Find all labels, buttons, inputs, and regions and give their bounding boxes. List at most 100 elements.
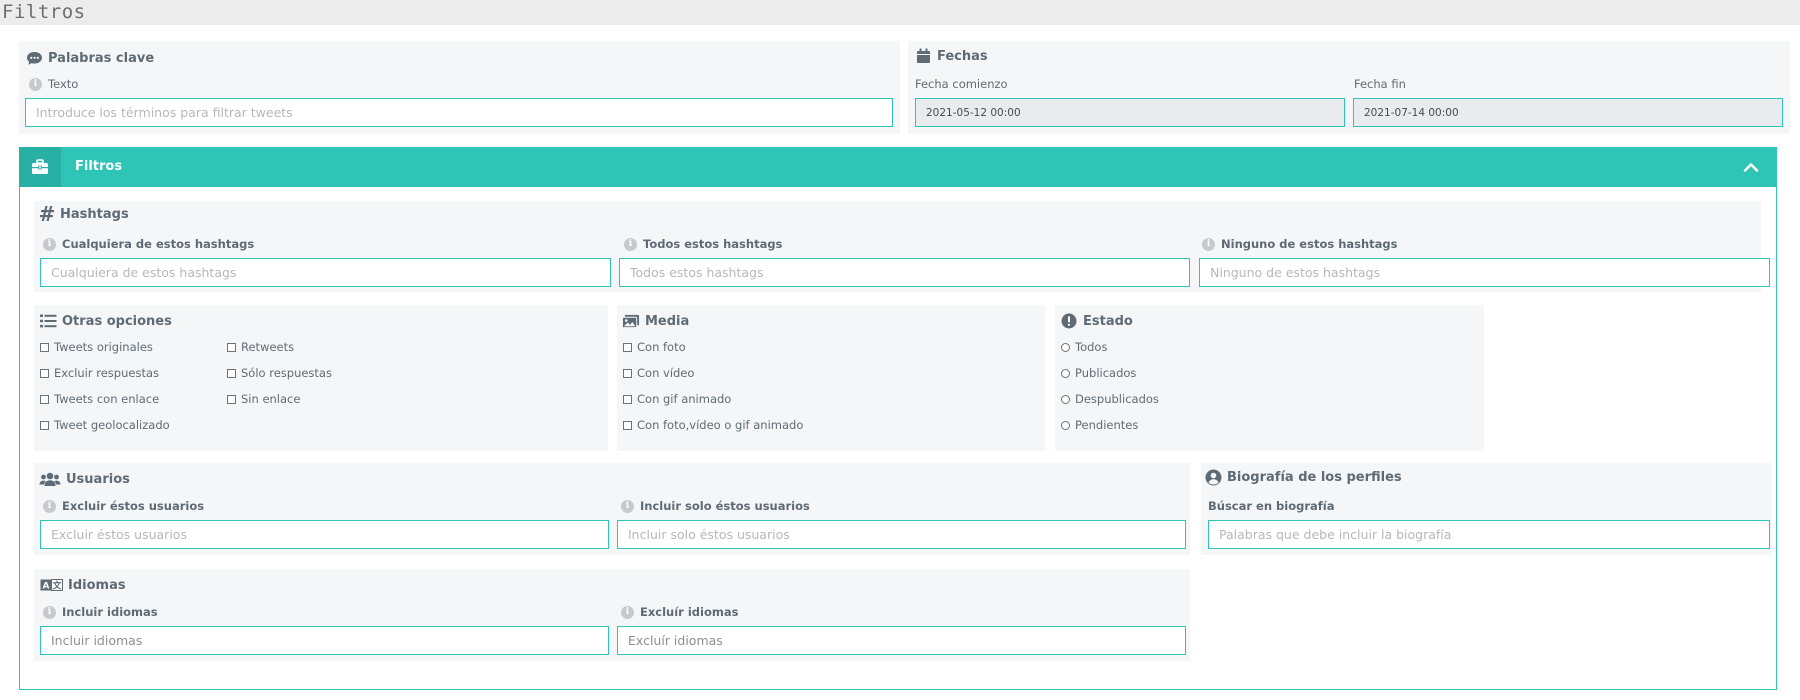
radio[interactable]: [1061, 342, 1070, 352]
bio-search-input[interactable]: Palabras que debe incluir la biografía: [1208, 520, 1770, 549]
none-hashtags-label: i Ninguno de estos hashtags: [1202, 237, 1398, 251]
dates-panel: Fechas Fecha comienzo Fecha fin 2021-05-…: [908, 41, 1790, 134]
status-despublicados[interactable]: Despublicados: [1061, 392, 1159, 406]
include-users-input[interactable]: Incluir solo éstos usuarios: [617, 520, 1186, 549]
bio-panel: Biografía de los perfiles Búscar en biog…: [1201, 463, 1772, 555]
any-hashtags-label: i Cualquiera de estos hashtags: [43, 237, 254, 251]
status-todos[interactable]: Todos: [1061, 340, 1107, 354]
option-excluir-respuestas[interactable]: Excluir respuestas: [40, 366, 159, 380]
start-date-label: Fecha comienzo: [915, 77, 1008, 91]
option-label: Retweets: [241, 340, 295, 354]
option-label: Sin enlace: [241, 392, 301, 406]
all-hashtags-label-text: Todos estos hashtags: [643, 237, 783, 251]
info-icon: i: [43, 499, 56, 513]
checkbox[interactable]: [623, 368, 632, 378]
exclude-users-label-text: Excluir éstos usuarios: [62, 499, 205, 513]
page-title: Filtros: [2, 1, 86, 23]
other-options-title-text: Otras opciones: [62, 313, 172, 329]
svg-text:文: 文: [51, 580, 62, 592]
checkbox[interactable]: [623, 394, 632, 404]
option-solo-respuestas[interactable]: Sólo respuestas: [227, 366, 332, 380]
checkbox[interactable]: [40, 342, 49, 352]
include-languages-input[interactable]: Incluir idiomas: [40, 626, 609, 655]
option-con-foto-video-gif[interactable]: Con foto,vídeo o gif animado: [623, 418, 803, 432]
chevron-up-icon[interactable]: [1741, 157, 1761, 177]
briefcase-icon: [19, 147, 61, 187]
languages-panel: A文 Idiomas i Incluir idiomas i Excluír i…: [34, 569, 1190, 661]
status-pendientes[interactable]: Pendientes: [1061, 418, 1138, 432]
none-hashtags-input[interactable]: Ninguno de estos hashtags: [1199, 258, 1770, 287]
checkbox[interactable]: [623, 342, 632, 352]
option-con-gif[interactable]: Con gif animado: [623, 392, 731, 406]
option-label: Publicados: [1075, 366, 1137, 380]
filters-collapse-header[interactable]: Filtros: [19, 147, 1777, 187]
checkbox[interactable]: [227, 394, 236, 404]
filters-collapse-body: # Hashtags i Cualquiera de estos hashtag…: [19, 187, 1777, 690]
status-title: Estado: [1060, 312, 1133, 330]
users-icon: [39, 470, 61, 488]
info-icon: i: [1202, 237, 1215, 251]
users-title: Usuarios: [39, 470, 130, 488]
svg-text:A: A: [42, 582, 49, 592]
exclude-users-label: i Excluir éstos usuarios: [43, 499, 204, 513]
language-icon: A文: [39, 576, 63, 594]
option-label: Sólo respuestas: [241, 366, 332, 380]
bio-search-label: Búscar en biografía: [1208, 499, 1335, 513]
option-con-foto[interactable]: Con foto: [623, 340, 686, 354]
end-date-label: Fecha fin: [1354, 77, 1406, 91]
option-con-video[interactable]: Con vídeo: [623, 366, 694, 380]
include-users-label: i Incluir solo éstos usuarios: [621, 499, 810, 513]
users-title-text: Usuarios: [66, 471, 130, 487]
hashtags-panel: # Hashtags i Cualquiera de estos hashtag…: [34, 201, 1770, 292]
users-panel: Usuarios i Excluir éstos usuarios i Incl…: [34, 463, 1190, 555]
info-icon: i: [43, 237, 56, 251]
top-bar: [0, 0, 1800, 25]
option-label: Tweet geolocalizado: [54, 418, 170, 432]
hashtags-title-text: Hashtags: [60, 206, 129, 222]
option-tweets-originales[interactable]: Tweets originales: [40, 340, 153, 354]
keywords-title-text: Palabras clave: [48, 50, 155, 66]
option-tweet-geolocalizado[interactable]: Tweet geolocalizado: [40, 418, 170, 432]
exclude-languages-label-text: Excluír idiomas: [640, 605, 739, 619]
include-languages-label: i Incluir idiomas: [43, 605, 158, 619]
radio[interactable]: [1061, 394, 1070, 404]
other-options-panel: Otras opciones Tweets originales Excluir…: [34, 305, 608, 451]
option-label: Todos: [1075, 340, 1108, 354]
start-date-input[interactable]: 2021-05-12 00:00: [915, 98, 1345, 127]
option-sin-enlace[interactable]: Sin enlace: [227, 392, 300, 406]
radio[interactable]: [1061, 368, 1070, 378]
keywords-text-input[interactable]: Introduce los términos para filtrar twee…: [25, 98, 893, 127]
exclamation-circle-icon: [1060, 312, 1078, 330]
images-icon: [622, 312, 640, 330]
option-label: Tweets originales: [54, 340, 153, 354]
comment-dots-icon: [25, 49, 43, 67]
all-hashtags-input[interactable]: Todos estos hashtags: [619, 258, 1190, 287]
hashtag-icon: #: [38, 202, 56, 226]
option-retweets[interactable]: Retweets: [227, 340, 294, 354]
end-date-input[interactable]: 2021-07-14 00:00: [1353, 98, 1783, 127]
option-label: Con foto,vídeo o gif animado: [637, 418, 804, 432]
keywords-panel: Palabras clave i Texto Introduce los tér…: [19, 41, 900, 134]
option-tweets-con-enlace[interactable]: Tweets con enlace: [40, 392, 159, 406]
include-languages-label-text: Incluir idiomas: [62, 605, 158, 619]
checkbox[interactable]: [227, 368, 236, 378]
checkbox[interactable]: [40, 368, 49, 378]
status-publicados[interactable]: Publicados: [1061, 366, 1136, 380]
checkbox[interactable]: [40, 420, 49, 430]
filters-header-title: Filtros: [75, 159, 123, 174]
none-hashtags-label-text: Ninguno de estos hashtags: [1221, 237, 1398, 251]
exclude-languages-input[interactable]: Excluír idiomas: [617, 626, 1186, 655]
checkbox[interactable]: [623, 420, 632, 430]
any-hashtags-label-text: Cualquiera de estos hashtags: [62, 237, 255, 251]
info-icon: i: [621, 499, 634, 513]
checkbox[interactable]: [40, 394, 49, 404]
option-label: Excluir respuestas: [54, 366, 159, 380]
checkbox[interactable]: [227, 342, 236, 352]
exclude-users-input[interactable]: Excluir éstos usuarios: [40, 520, 609, 549]
option-label: Con foto: [637, 340, 686, 354]
languages-title: A文 Idiomas: [39, 576, 126, 594]
media-title: Media: [622, 312, 689, 330]
any-hashtags-input[interactable]: Cualquiera de estos hashtags: [40, 258, 611, 287]
radio[interactable]: [1061, 420, 1070, 430]
info-icon: i: [624, 237, 637, 251]
